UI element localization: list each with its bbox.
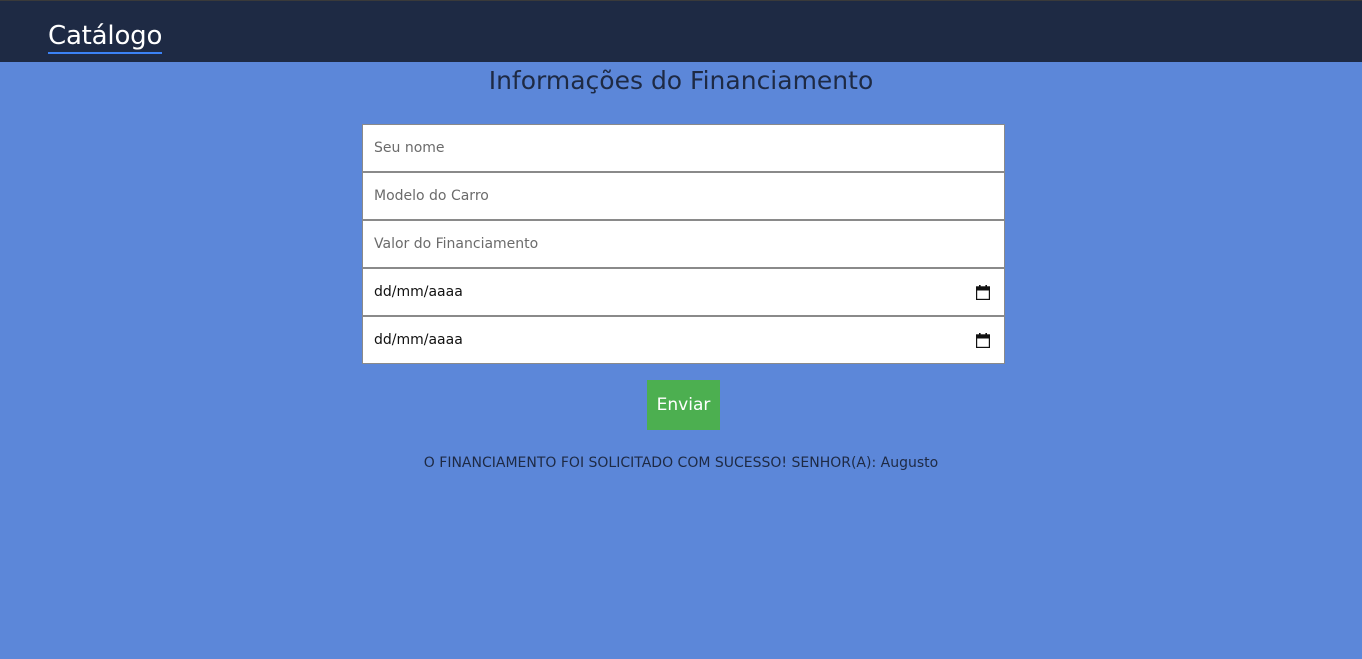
submit-button[interactable]: Enviar xyxy=(647,380,720,430)
page-title: Informações do Financiamento xyxy=(488,66,874,95)
car-model-input[interactable] xyxy=(362,172,1005,220)
navbar: Catálogo xyxy=(0,0,1362,62)
calendar-icon[interactable] xyxy=(976,333,990,348)
brand-link[interactable]: Catálogo xyxy=(48,20,162,54)
start-date-text: dd/mm/aaaa xyxy=(374,284,463,300)
start-date-input[interactable]: dd/mm/aaaa xyxy=(362,268,1005,316)
calendar-icon[interactable] xyxy=(976,285,990,300)
financing-form: dd/mm/aaaa dd/mm/aaaa xyxy=(362,124,1005,364)
end-date-input[interactable]: dd/mm/aaaa xyxy=(362,316,1005,364)
financing-value-input[interactable] xyxy=(362,220,1005,268)
name-input[interactable] xyxy=(362,124,1005,172)
success-message: O FINANCIAMENTO FOI SOLICITADO COM SUCES… xyxy=(423,455,939,471)
end-date-text: dd/mm/aaaa xyxy=(374,332,463,348)
